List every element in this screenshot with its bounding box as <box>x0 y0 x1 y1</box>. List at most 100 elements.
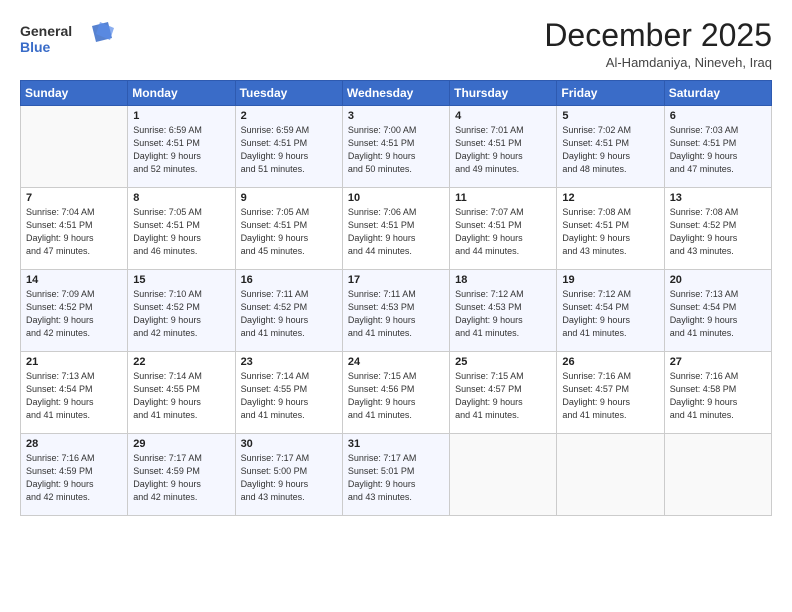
cell-content: Sunrise: 7:11 AM Sunset: 4:52 PM Dayligh… <box>241 288 337 340</box>
cell-content: Sunrise: 7:16 AM Sunset: 4:59 PM Dayligh… <box>26 452 122 504</box>
cell-content: Sunrise: 7:05 AM Sunset: 4:51 PM Dayligh… <box>241 206 337 258</box>
svg-text:General: General <box>20 23 72 39</box>
cell-content: Sunrise: 6:59 AM Sunset: 4:51 PM Dayligh… <box>241 124 337 176</box>
calendar-cell: 27 Sunrise: 7:16 AM Sunset: 4:58 PM Dayli… <box>664 352 771 434</box>
cell-content: Sunrise: 7:15 AM Sunset: 4:56 PM Dayligh… <box>348 370 444 422</box>
day-number: 9 <box>241 192 337 204</box>
day-number: 27 <box>670 356 766 368</box>
calendar-cell: 12 Sunrise: 7:08 AM Sunset: 4:51 PM Dayli… <box>557 188 664 270</box>
cell-content: Sunrise: 7:17 AM Sunset: 5:01 PM Dayligh… <box>348 452 444 504</box>
day-number: 1 <box>133 110 229 122</box>
day-number: 21 <box>26 356 122 368</box>
day-number: 14 <box>26 274 122 286</box>
day-number: 23 <box>241 356 337 368</box>
title-block: December 2025 Al-Hamdaniya, Nineveh, Ira… <box>544 18 772 70</box>
cell-content: Sunrise: 7:13 AM Sunset: 4:54 PM Dayligh… <box>26 370 122 422</box>
calendar-cell: 24Sunrise: 7:15 AM Sunset: 4:56 PM Dayli… <box>342 352 449 434</box>
cell-content: Sunrise: 7:01 AM Sunset: 4:51 PM Dayligh… <box>455 124 551 176</box>
calendar-cell <box>557 434 664 516</box>
calendar-cell: 19 Sunrise: 7:12 AM Sunset: 4:54 PM Dayli… <box>557 270 664 352</box>
calendar-cell: 3Sunrise: 7:00 AM Sunset: 4:51 PM Daylig… <box>342 106 449 188</box>
day-number: 28 <box>26 438 122 450</box>
cell-content: Sunrise: 7:12 AM Sunset: 4:54 PM Dayligh… <box>562 288 658 340</box>
col-header-wednesday: Wednesday <box>342 81 449 106</box>
day-number: 12 <box>562 192 658 204</box>
calendar-table: SundayMondayTuesdayWednesdayThursdayFrid… <box>20 80 772 516</box>
calendar-week-5: 28 Sunrise: 7:16 AM Sunset: 4:59 PM Dayli… <box>21 434 772 516</box>
logo: General Blue <box>20 18 120 67</box>
day-number: 2 <box>241 110 337 122</box>
day-number: 19 <box>562 274 658 286</box>
cell-content: Sunrise: 7:02 AM Sunset: 4:51 PM Dayligh… <box>562 124 658 176</box>
cell-content: Sunrise: 7:13 AM Sunset: 4:54 PM Dayligh… <box>670 288 766 340</box>
calendar-cell: 13Sunrise: 7:08 AM Sunset: 4:52 PM Dayli… <box>664 188 771 270</box>
cell-content: Sunrise: 7:08 AM Sunset: 4:51 PM Dayligh… <box>562 206 658 258</box>
calendar-cell: 9 Sunrise: 7:05 AM Sunset: 4:51 PM Daylig… <box>235 188 342 270</box>
calendar-cell: 16 Sunrise: 7:11 AM Sunset: 4:52 PM Dayli… <box>235 270 342 352</box>
day-number: 7 <box>26 192 122 204</box>
calendar-cell: 11 Sunrise: 7:07 AM Sunset: 4:51 PM Dayli… <box>450 188 557 270</box>
calendar-cell: 1 Sunrise: 6:59 AM Sunset: 4:51 PM Daylig… <box>128 106 235 188</box>
cell-content: Sunrise: 7:11 AM Sunset: 4:53 PM Dayligh… <box>348 288 444 340</box>
day-number: 8 <box>133 192 229 204</box>
day-number: 10 <box>348 192 444 204</box>
cell-content: Sunrise: 7:15 AM Sunset: 4:57 PM Dayligh… <box>455 370 551 422</box>
calendar-cell: 28 Sunrise: 7:16 AM Sunset: 4:59 PM Dayli… <box>21 434 128 516</box>
calendar-week-3: 14 Sunrise: 7:09 AM Sunset: 4:52 PM Dayli… <box>21 270 772 352</box>
cell-content: Sunrise: 7:17 AM Sunset: 5:00 PM Dayligh… <box>241 452 337 504</box>
col-header-saturday: Saturday <box>664 81 771 106</box>
header: General Blue December 2025 Al-Hamdaniya,… <box>20 18 772 70</box>
calendar-cell: 2 Sunrise: 6:59 AM Sunset: 4:51 PM Daylig… <box>235 106 342 188</box>
calendar-cell <box>664 434 771 516</box>
calendar-cell: 6Sunrise: 7:03 AM Sunset: 4:51 PM Daylig… <box>664 106 771 188</box>
cell-content: Sunrise: 7:08 AM Sunset: 4:52 PM Dayligh… <box>670 206 766 258</box>
cell-content: Sunrise: 7:14 AM Sunset: 4:55 PM Dayligh… <box>133 370 229 422</box>
col-header-friday: Friday <box>557 81 664 106</box>
cell-content: Sunrise: 7:17 AM Sunset: 4:59 PM Dayligh… <box>133 452 229 504</box>
cell-content: Sunrise: 7:16 AM Sunset: 4:58 PM Dayligh… <box>670 370 766 422</box>
day-number: 5 <box>562 110 658 122</box>
cell-content: Sunrise: 7:00 AM Sunset: 4:51 PM Dayligh… <box>348 124 444 176</box>
calendar-week-1: 1 Sunrise: 6:59 AM Sunset: 4:51 PM Daylig… <box>21 106 772 188</box>
calendar-cell: 18Sunrise: 7:12 AM Sunset: 4:53 PM Dayli… <box>450 270 557 352</box>
calendar-cell: 20 Sunrise: 7:13 AM Sunset: 4:54 PM Dayli… <box>664 270 771 352</box>
col-header-monday: Monday <box>128 81 235 106</box>
cell-content: Sunrise: 7:05 AM Sunset: 4:51 PM Dayligh… <box>133 206 229 258</box>
day-number: 16 <box>241 274 337 286</box>
day-number: 17 <box>348 274 444 286</box>
day-number: 30 <box>241 438 337 450</box>
calendar-cell: 17 Sunrise: 7:11 AM Sunset: 4:53 PM Dayli… <box>342 270 449 352</box>
calendar-cell: 7 Sunrise: 7:04 AM Sunset: 4:51 PM Daylig… <box>21 188 128 270</box>
col-header-sunday: Sunday <box>21 81 128 106</box>
day-number: 25 <box>455 356 551 368</box>
day-number: 26 <box>562 356 658 368</box>
calendar-cell: 31 Sunrise: 7:17 AM Sunset: 5:01 PM Dayli… <box>342 434 449 516</box>
day-number: 31 <box>348 438 444 450</box>
calendar-week-2: 7 Sunrise: 7:04 AM Sunset: 4:51 PM Daylig… <box>21 188 772 270</box>
cell-content: Sunrise: 7:14 AM Sunset: 4:55 PM Dayligh… <box>241 370 337 422</box>
cell-content: Sunrise: 7:16 AM Sunset: 4:57 PM Dayligh… <box>562 370 658 422</box>
day-number: 6 <box>670 110 766 122</box>
calendar-cell: 21 Sunrise: 7:13 AM Sunset: 4:54 PM Dayli… <box>21 352 128 434</box>
calendar-cell: 5 Sunrise: 7:02 AM Sunset: 4:51 PM Daylig… <box>557 106 664 188</box>
calendar-cell: 23 Sunrise: 7:14 AM Sunset: 4:55 PM Dayli… <box>235 352 342 434</box>
calendar-cell: 26 Sunrise: 7:16 AM Sunset: 4:57 PM Dayli… <box>557 352 664 434</box>
calendar-week-4: 21 Sunrise: 7:13 AM Sunset: 4:54 PM Dayli… <box>21 352 772 434</box>
cell-content: Sunrise: 6:59 AM Sunset: 4:51 PM Dayligh… <box>133 124 229 176</box>
page: General Blue December 2025 Al-Hamdaniya,… <box>0 0 792 612</box>
calendar-header-row: SundayMondayTuesdayWednesdayThursdayFrid… <box>21 81 772 106</box>
svg-text:Blue: Blue <box>20 39 51 55</box>
day-number: 20 <box>670 274 766 286</box>
day-number: 22 <box>133 356 229 368</box>
day-number: 11 <box>455 192 551 204</box>
calendar-cell <box>21 106 128 188</box>
day-number: 18 <box>455 274 551 286</box>
location-subtitle: Al-Hamdaniya, Nineveh, Iraq <box>544 55 772 70</box>
calendar-cell: 29 Sunrise: 7:17 AM Sunset: 4:59 PM Dayli… <box>128 434 235 516</box>
calendar-cell: 25 Sunrise: 7:15 AM Sunset: 4:57 PM Dayli… <box>450 352 557 434</box>
cell-content: Sunrise: 7:06 AM Sunset: 4:51 PM Dayligh… <box>348 206 444 258</box>
day-number: 29 <box>133 438 229 450</box>
cell-content: Sunrise: 7:07 AM Sunset: 4:51 PM Dayligh… <box>455 206 551 258</box>
cell-content: Sunrise: 7:04 AM Sunset: 4:51 PM Dayligh… <box>26 206 122 258</box>
cell-content: Sunrise: 7:09 AM Sunset: 4:52 PM Dayligh… <box>26 288 122 340</box>
